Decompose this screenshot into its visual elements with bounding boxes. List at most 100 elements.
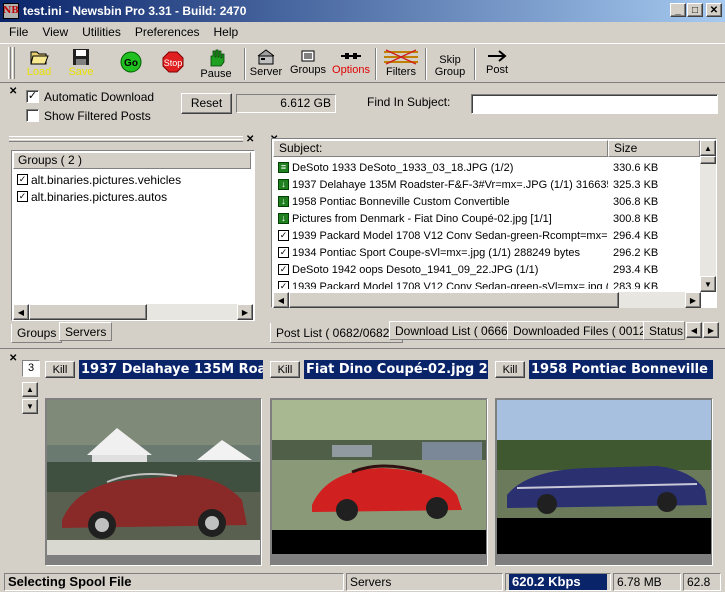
preview-image-pontiac[interactable]	[495, 398, 713, 566]
posts-hscrollbar[interactable]: ◀ ▶	[273, 292, 701, 308]
show-filtered-checkbox[interactable]	[26, 109, 39, 122]
scroll-left-icon[interactable]: ◀	[13, 304, 29, 320]
reset-button[interactable]: Reset	[181, 93, 232, 114]
groups-list-icon	[301, 50, 315, 62]
toolbar-separator	[425, 48, 427, 80]
group-checkbox[interactable]: ✓	[17, 191, 28, 202]
minimize-button[interactable]: _	[670, 3, 686, 17]
post-size: 296.4 KB	[613, 229, 659, 242]
column-header-subject[interactable]: Subject:	[273, 140, 608, 157]
find-in-subject-input[interactable]	[471, 94, 718, 114]
go-button[interactable]: Go	[117, 48, 145, 82]
scroll-left-icon[interactable]: ◀	[273, 292, 289, 308]
preview-count[interactable]: 3	[22, 360, 40, 377]
tab-download-list[interactable]: Download List ( 0666 )	[389, 321, 522, 340]
posts-list: Subject: Size ≡ DeSoto 1933 DeSoto_1933_0…	[271, 138, 717, 308]
save-button[interactable]: Save	[66, 48, 96, 82]
post-rows: ≡ DeSoto 1933 DeSoto_1933_03_18.JPG (1/2)…	[273, 159, 699, 289]
groups-rows: ✓ alt.binaries.pictures.vehicles ✓ alt.b…	[13, 171, 251, 205]
status-speed-cell: 620.2 Kbps	[505, 573, 611, 591]
scroll-down-icon[interactable]: ▼	[700, 276, 716, 292]
post-subject: DeSoto 1942 oops Desoto_1941_09_22.JPG (…	[292, 263, 539, 276]
newsbin-app-icon[interactable]: NB	[3, 3, 19, 19]
tab-groups[interactable]: Groups	[11, 324, 63, 343]
post-subject: 1934 Pontiac Sport Coupe-sVl=mx=.jpg (1/…	[292, 246, 581, 259]
groups-panel: ✕ Groups ( 2 ) ✓ alt.binaries.pictures.v…	[5, 133, 263, 343]
post-button[interactable]: Post	[480, 48, 514, 82]
group-checkbox[interactable]: ✓	[17, 174, 28, 185]
column-header-size[interactable]: Size	[608, 140, 700, 157]
load-button[interactable]: Load	[24, 48, 54, 82]
menu-view[interactable]: View	[35, 25, 75, 39]
options-close-icon[interactable]: ✕	[9, 86, 17, 97]
groups-panel-close-icon[interactable]: ✕	[246, 134, 254, 145]
preview-close-icon[interactable]: ✕	[9, 353, 17, 364]
floppy-disk-icon	[73, 49, 89, 65]
panel-grip-line	[9, 139, 243, 142]
groups-button[interactable]: Groups	[289, 48, 327, 82]
skip-group-button[interactable]: Skip Group	[430, 48, 470, 82]
close-button[interactable]: ✕	[706, 3, 722, 17]
post-row[interactable]: ✓ 1939 Packard Model 1708 V12 Conv Sedan-…	[273, 227, 699, 244]
tab-scroll-right-icon[interactable]: ▶	[703, 322, 719, 338]
post-row[interactable]: ↓ Pictures from Denmark - Fiat Dino Coupé…	[273, 210, 699, 227]
group-item-vehicles[interactable]: ✓ alt.binaries.pictures.vehicles	[13, 171, 251, 188]
post-row[interactable]: ✓ 1939 Packard Model 1708 V12 Conv Sedan-…	[273, 278, 699, 289]
post-subject: 1937 Delahaye 135M Roadster-F&F-3#Vr=mx=…	[292, 178, 608, 191]
post-row[interactable]: ↓ 1937 Delahaye 135M Roadster-F&F-3#Vr=mx…	[273, 176, 699, 193]
status-downloaded-mb: 6.78 MB	[613, 573, 681, 591]
menu-utilities[interactable]: Utilities	[75, 25, 128, 39]
options-button[interactable]: Options	[331, 48, 371, 82]
toolbar-grip[interactable]	[12, 47, 15, 79]
preview-up-icon[interactable]: ▲	[22, 382, 38, 397]
scroll-thumb[interactable]	[700, 156, 716, 164]
kill-button[interactable]: Kill	[495, 361, 525, 378]
toolbar-grip[interactable]	[8, 47, 11, 79]
tab-status[interactable]: Status M	[643, 321, 685, 340]
post-subject: 1958 Pontiac Bonneville Custom Convertib…	[292, 195, 510, 208]
auto-download-label: Automatic Download	[44, 90, 155, 104]
maximize-button[interactable]: □	[687, 3, 703, 17]
svg-text:Go: Go	[124, 58, 138, 69]
show-filtered-label: Show Filtered Posts	[44, 109, 151, 123]
post-row[interactable]: ↓ 1958 Pontiac Bonneville Custom Converti…	[273, 193, 699, 210]
options-wrench-icon	[341, 53, 361, 59]
scroll-thumb[interactable]	[289, 292, 619, 308]
menu-preferences[interactable]: Preferences	[128, 25, 207, 39]
tab-downloaded-files[interactable]: Downloaded Files ( 0012 )	[507, 321, 660, 340]
post-row[interactable]: ✓ 1934 Pontiac Sport Coupe-sVl=mx=.jpg (1…	[273, 244, 699, 261]
preview-image-delahaye[interactable]	[45, 398, 262, 566]
title-bar[interactable]: NB test.ini - Newsbin Pro 3.31 - Build: …	[0, 0, 725, 22]
scroll-right-icon[interactable]: ▶	[237, 304, 253, 320]
downloaded-check-icon: ✓	[278, 247, 289, 258]
pause-button[interactable]: Pause	[200, 48, 232, 82]
svg-text:Stop: Stop	[164, 58, 183, 68]
scroll-thumb[interactable]	[29, 304, 147, 320]
posts-vscrollbar[interactable]: ▲ ▼	[700, 140, 716, 292]
menu-help[interactable]: Help	[207, 25, 246, 39]
groups-header[interactable]: Groups ( 2 )	[13, 152, 251, 169]
menu-file[interactable]: File	[2, 25, 35, 39]
auto-download-checkbox[interactable]: ✓	[26, 90, 39, 103]
stop-button[interactable]: Stop	[159, 48, 187, 82]
kill-button[interactable]: Kill	[270, 361, 300, 378]
post-subject: 1939 Packard Model 1708 V12 Conv Sedan-g…	[292, 280, 608, 290]
post-row[interactable]: ≡ DeSoto 1933 DeSoto_1933_03_18.JPG (1/2)…	[273, 159, 699, 176]
tab-scroll-left-icon[interactable]: ◀	[686, 322, 702, 338]
go-circle-icon: Go	[120, 51, 142, 73]
group-item-autos[interactable]: ✓ alt.binaries.pictures.autos	[13, 188, 251, 205]
groups-hscrollbar[interactable]: ◀ ▶	[13, 304, 253, 320]
server-button[interactable]: Server	[248, 48, 284, 82]
scroll-right-icon[interactable]: ▶	[685, 292, 701, 308]
preview-down-icon[interactable]: ▼	[22, 399, 38, 414]
status-servers[interactable]: Servers	[346, 573, 503, 591]
scroll-up-icon[interactable]: ▲	[700, 140, 716, 156]
post-size: 293.4 KB	[613, 263, 659, 276]
tab-post-list[interactable]: Post List ( 0682/0682 )	[270, 323, 403, 343]
hand-icon	[210, 49, 225, 67]
filters-button[interactable]: Filters	[380, 48, 422, 82]
tab-servers[interactable]: Servers	[59, 322, 113, 341]
preview-image-fiat-dino[interactable]	[270, 398, 488, 566]
post-row[interactable]: ✓ DeSoto 1942 oops Desoto_1941_09_22.JPG …	[273, 261, 699, 278]
kill-button[interactable]: Kill	[45, 361, 75, 378]
